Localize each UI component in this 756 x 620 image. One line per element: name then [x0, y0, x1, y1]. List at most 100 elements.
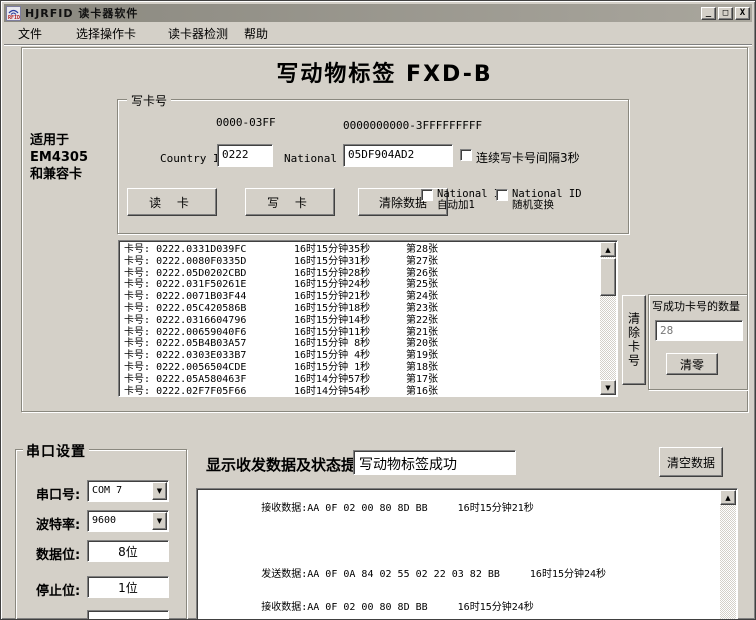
card-list-item[interactable]: 卡号: 0222.0056504CDE 16时15分钟 1秒 第18张	[124, 362, 600, 374]
card-list-item[interactable]: 卡号: 0222.031F50261E 16时15分钟24秒 第25张	[124, 279, 600, 291]
auto-increment-checkbox[interactable]	[421, 189, 433, 201]
log-line: 接收数据:AA 0F 02 00 80 8D BB 16时15分钟21秒	[201, 492, 720, 525]
baud-dropdown-icon[interactable]: ▼	[152, 512, 167, 530]
log-time-cell: 16时15分钟21秒	[457, 503, 534, 514]
card-count-cell: 第17张	[406, 373, 439, 385]
menu-help[interactable]: 帮助	[238, 23, 274, 44]
card-time-cell: 16时15分钟 1秒	[294, 361, 371, 373]
card-id-cell: 卡号: 0222.02F7F05F66	[124, 385, 247, 397]
card-id-cell: 卡号: 0222.0303E033B7	[124, 350, 247, 362]
window-title: HJRFID 读卡器软件	[25, 7, 139, 20]
card-list-item[interactable]: 卡号: 0222.05B4B03A57 16时15分钟 8秒 第20张	[124, 338, 600, 350]
card-count-cell: 第20张	[406, 338, 439, 350]
card-count-cell: 第27张	[406, 255, 439, 267]
log-time-cell: 16时15分钟24秒	[529, 569, 607, 580]
country-id-range: 0000-03FF	[216, 116, 276, 129]
card-list-item[interactable]: 卡号: 0222.0080F0335D 16时15分钟31秒 第27张	[124, 256, 600, 268]
card-id-cell: 卡号: 0222.05B4B03A57	[124, 338, 247, 350]
random-change-label-line2: 随机变换	[512, 199, 554, 211]
interval-checkbox[interactable]	[460, 149, 472, 161]
card-id-cell: 卡号: 0222.05C420586B	[124, 302, 247, 314]
card-list-item[interactable]: 卡号: 0222.02F7F05F66 16时14分钟54秒 第16张	[124, 385, 600, 397]
clear-card-number-button[interactable]: 清除卡号	[622, 295, 646, 385]
compatibility-note: 适用于EM4305 和兼容卡	[30, 132, 125, 183]
stopbits-label: 停止位:	[36, 584, 81, 599]
card-id-cell: 卡号: 0222.0080F0335D	[124, 255, 247, 267]
menu-bar: 文件 选择操作卡 读卡器检测 帮助	[4, 23, 752, 45]
clear-log-button[interactable]: 清空数据	[659, 447, 723, 477]
log-data-cell: 接收数据:AA 0F 02 00 80 8D BB	[261, 503, 428, 514]
reset-count-button[interactable]: 清零	[666, 353, 718, 375]
svg-text:RFID: RFID	[8, 15, 20, 20]
card-id-cell: 卡号: 0222.0056504CDE	[124, 361, 247, 373]
card-list-item[interactable]: 卡号: 0222.0316604796 16时15分钟14秒 第22张	[124, 315, 600, 327]
data-log-area[interactable]: 接收数据:AA 0F 02 00 80 8D BB 16时15分钟21秒 发送数据…	[196, 488, 738, 619]
scroll-up-icon[interactable]: ▲	[600, 242, 616, 257]
card-time-cell: 16时15分钟31秒	[294, 255, 371, 267]
log-line: 接收数据:AA 0F 02 00 80 8D BB 16时15分钟24秒	[201, 591, 720, 619]
databits-field[interactable]: 8位	[87, 540, 169, 562]
country-id-field[interactable]: 0222	[217, 144, 273, 167]
national-id-range: 0000000000-3FFFFFFFFF	[343, 119, 483, 132]
success-count-group: 写成功卡号的数量 28 清零	[648, 294, 748, 390]
write-card-button[interactable]: 写 卡	[245, 188, 335, 216]
title-bar: RFID HJRFID 读卡器软件 _ □ X	[4, 4, 752, 22]
card-list-item[interactable]: 卡号: 0222.00659040F6 16时15分钟11秒 第21张	[124, 327, 600, 339]
card-id-cell: 卡号: 0222.0316604796	[124, 314, 247, 326]
card-record-list[interactable]: 卡号: 0222.0331D039FC 16时15分钟35秒 第28张 卡号: …	[118, 240, 618, 397]
scroll-down-icon[interactable]: ▼	[600, 380, 616, 395]
card-list-item[interactable]: 卡号: 0222.05D0202CBD 16时15分钟28秒 第26张	[124, 268, 600, 280]
card-count-cell: 第19张	[406, 350, 439, 362]
card-list-scrollbar[interactable]: ▲ ▼	[600, 242, 616, 395]
auto-increment-checkbox-row: National ID 自动加1	[421, 189, 507, 211]
status-field[interactable]: 写动物标签成功	[353, 450, 516, 475]
compatibility-note-line2: 和兼容卡	[30, 167, 83, 182]
menu-reader-test[interactable]: 读卡器检测	[162, 23, 234, 44]
compatibility-note-line1: 适用于EM4305	[30, 133, 88, 165]
card-time-cell: 16时15分钟18秒	[294, 302, 371, 314]
card-list-item[interactable]: 卡号: 0222.0331D039FC 16时15分钟35秒 第28张	[124, 244, 600, 256]
card-time-cell: 16时15分钟35秒	[294, 244, 371, 255]
baud-select[interactable]: 9600 ▼	[87, 510, 169, 532]
minimize-button[interactable]: _	[701, 6, 716, 20]
card-time-cell: 16时15分钟14秒	[294, 314, 371, 326]
port-dropdown-icon[interactable]: ▼	[152, 482, 167, 500]
card-time-cell: 16时15分钟24秒	[294, 279, 371, 291]
card-rows: 卡号: 0222.0331D039FC 16时15分钟35秒 第28张 卡号: …	[120, 242, 600, 397]
serial-settings-legend: 串口设置	[23, 441, 89, 461]
card-time-cell: 16时15分钟 4秒	[294, 350, 371, 362]
app-icon: RFID	[6, 5, 21, 21]
log-scroll-up-icon[interactable]: ▲	[720, 490, 736, 505]
menu-select-card[interactable]: 选择操作卡	[70, 23, 142, 44]
log-scrollbar[interactable]: ▲	[720, 490, 736, 619]
interval-checkbox-row: 连续写卡号间隔3秒	[460, 149, 580, 166]
card-list-item[interactable]: 卡号: 0222.05A580463F 16时14分钟57秒 第17张	[124, 374, 600, 386]
port-value: COM 7	[92, 485, 123, 496]
success-count-field[interactable]: 28	[655, 320, 743, 341]
status-prompt-label: 显示收发数据及状态提示:	[206, 456, 377, 474]
random-change-checkbox[interactable]	[496, 189, 508, 201]
databits-label: 数据位:	[36, 548, 81, 563]
card-list-item[interactable]: 卡号: 0222.05C420586B 16时15分钟18秒 第23张	[124, 303, 600, 315]
card-list-item[interactable]: 卡号: 0222.0303E033B7 16时15分钟 4秒 第19张	[124, 350, 600, 362]
success-count-label: 写成功卡号的数量	[652, 300, 740, 313]
interval-checkbox-label: 连续写卡号间隔3秒	[476, 151, 580, 165]
card-time-cell: 16时14分钟54秒	[294, 385, 371, 397]
national-id-field[interactable]: 05DF904AD2	[343, 144, 453, 167]
card-count-cell: 第22张	[406, 314, 439, 326]
close-button[interactable]: X	[735, 6, 750, 20]
read-card-button[interactable]: 读 卡	[127, 188, 217, 216]
parity-field-partial[interactable]	[87, 610, 169, 619]
card-count-cell: 第21张	[406, 326, 439, 338]
port-select[interactable]: COM 7 ▼	[87, 480, 169, 502]
card-time-cell: 16时15分钟11秒	[294, 326, 371, 338]
card-list-scrollbar-thumb[interactable]	[600, 258, 616, 296]
stopbits-field[interactable]: 1位	[87, 576, 169, 598]
menu-file[interactable]: 文件	[12, 23, 48, 44]
card-list-item[interactable]: 卡号: 0222.0071B03F44 16时15分钟21秒 第24张	[124, 291, 600, 303]
maximize-button[interactable]: □	[718, 6, 733, 20]
card-time-cell: 16时14分钟57秒	[294, 373, 371, 385]
page-title: 写动物标签 FXD-B	[276, 62, 493, 87]
serial-settings-group: 串口设置 串口号: COM 7 ▼ 波特率: 9600 ▼ 数据位: 8位 停止…	[15, 441, 187, 619]
card-id-cell: 卡号: 0222.00659040F6	[124, 326, 247, 338]
